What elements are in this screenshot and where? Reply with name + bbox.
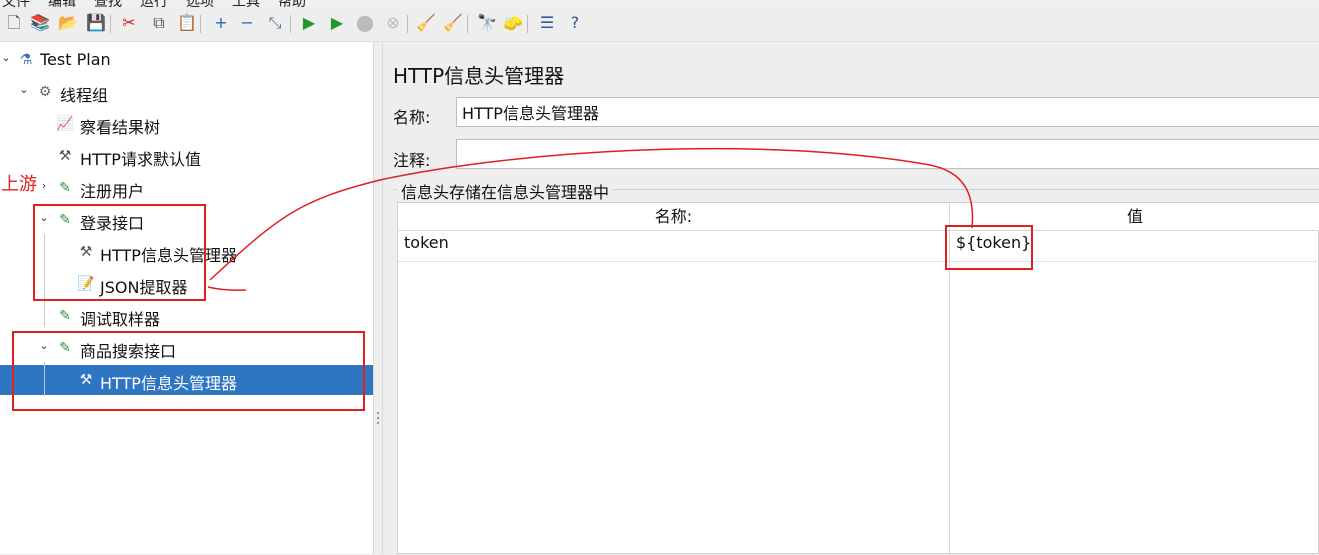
tree-item[interactable]: 📈 察看结果树 [0, 109, 373, 139]
highlight-box-token [945, 225, 1033, 270]
clear-all-icon[interactable]: 🧹 [443, 13, 463, 33]
new-icon[interactable]: 🗋 [4, 13, 24, 33]
graph-icon: 📈 [56, 116, 74, 132]
tree-item[interactable]: ✎ 调试取样器 [0, 301, 373, 331]
menu-item[interactable]: 查找 [94, 0, 122, 7]
splitter-grip [377, 422, 379, 424]
save-icon[interactable]: 💾 [86, 13, 106, 33]
menu-item[interactable]: 文件 [2, 0, 30, 7]
toolbar-separator [290, 15, 291, 33]
collapse-icon[interactable]: − [237, 13, 257, 33]
splitter-grip [377, 412, 379, 414]
help-icon[interactable]: ? [565, 13, 585, 33]
tree-item-label: Test Plan [40, 50, 111, 69]
tree-item[interactable]: ⌄ ⚙ 线程组 [0, 77, 373, 107]
toolbar-separator [200, 15, 201, 33]
config-panel: HTTP信息头管理器 名称: 注释: 信息头存储在信息头管理器中 名称: 值 t… [383, 42, 1319, 555]
tree-item-label: 线程组 [60, 86, 109, 105]
cut-icon[interactable]: ✂ [119, 13, 139, 33]
highlight-box-search [12, 331, 365, 411]
toolbar-separator [407, 15, 408, 33]
column-header-name[interactable]: 名称: [398, 203, 949, 231]
toolbar-separator [110, 15, 111, 33]
header-name-cell[interactable]: token [404, 233, 449, 252]
name-label: 名称: [393, 108, 431, 127]
row-divider [398, 261, 1319, 262]
headers-table[interactable]: 名称: 值 token ${token} [397, 202, 1319, 555]
pipette-icon: ✎ [59, 180, 71, 196]
chevron-down-icon[interactable]: ⌄ [18, 83, 30, 96]
copy-icon[interactable]: ⧉ [149, 13, 169, 33]
templates-icon[interactable]: 📚 [30, 13, 50, 33]
panel-title: HTTP信息头管理器 [393, 64, 565, 88]
tree-item-label: HTTP请求默认值 [80, 150, 201, 169]
menu-item[interactable]: 帮助 [278, 0, 306, 7]
menu-bar: 文件 编辑 查找 运行 选项 工具 帮助 [0, 0, 1319, 7]
menu-item[interactable]: 运行 [140, 0, 168, 7]
toolbar-separator [467, 15, 468, 33]
menu-item[interactable]: 编辑 [48, 0, 76, 7]
menu-item[interactable]: 工具 [232, 0, 260, 7]
gear-icon: ⚙ [38, 84, 52, 100]
splitter-grip [377, 417, 379, 419]
stop-icon[interactable]: ⬤ [355, 13, 375, 33]
upstream-annotation: 上游 [1, 174, 37, 195]
flask-icon: ⚗ [19, 52, 33, 68]
clear-icon[interactable]: 🧹 [416, 13, 436, 33]
menu-item[interactable]: 选项 [186, 0, 214, 7]
group-title: 信息头存储在信息头管理器中 [397, 179, 614, 203]
pipette-icon: ✎ [59, 308, 71, 324]
tree-item-label: 察看结果树 [80, 118, 161, 137]
toolbar-separator [527, 15, 528, 33]
search-icon[interactable]: 🔭 [477, 13, 497, 33]
start-icon[interactable]: ▶ [299, 13, 319, 33]
highlight-box-login [33, 204, 206, 301]
expand-icon[interactable]: + [211, 13, 231, 33]
comment-label: 注释: [393, 151, 431, 170]
name-input[interactable] [456, 97, 1319, 127]
toolbar: 🗋 📚 📂 💾 ✂ ⧉ 📋 + − ⤡ ▶ ▶ ⬤ ⊗ 🧹 🧹 🔭 🧽 ☰? [0, 7, 1319, 42]
tree-item[interactable]: ⚒ HTTP请求默认值 [0, 141, 373, 171]
shutdown-icon[interactable]: ⊗ [383, 13, 403, 33]
chevron-down-icon[interactable]: ⌄ [0, 51, 12, 64]
wrench-icon: ⚒ [58, 148, 72, 164]
chevron-right-icon[interactable]: › [38, 179, 50, 192]
toggle-icon[interactable]: ⤡ [265, 13, 285, 33]
paste-icon[interactable]: 📋 [177, 13, 197, 33]
open-icon[interactable]: 📂 [58, 13, 78, 33]
function-helper-icon[interactable]: ☰ [537, 13, 557, 33]
reset-search-icon[interactable]: 🧽 [503, 13, 523, 33]
tree-item[interactable]: › ✎ 注册用户 [0, 173, 373, 203]
panel-splitter[interactable] [373, 42, 383, 554]
comment-input[interactable] [456, 139, 1319, 169]
tree-item[interactable]: ⌄ ⚗ Test Plan [0, 45, 373, 75]
tree-item-label: 注册用户 [80, 182, 145, 201]
start-no-pause-icon[interactable]: ▶ [327, 13, 347, 33]
tree-item-label: 调试取样器 [80, 310, 161, 329]
